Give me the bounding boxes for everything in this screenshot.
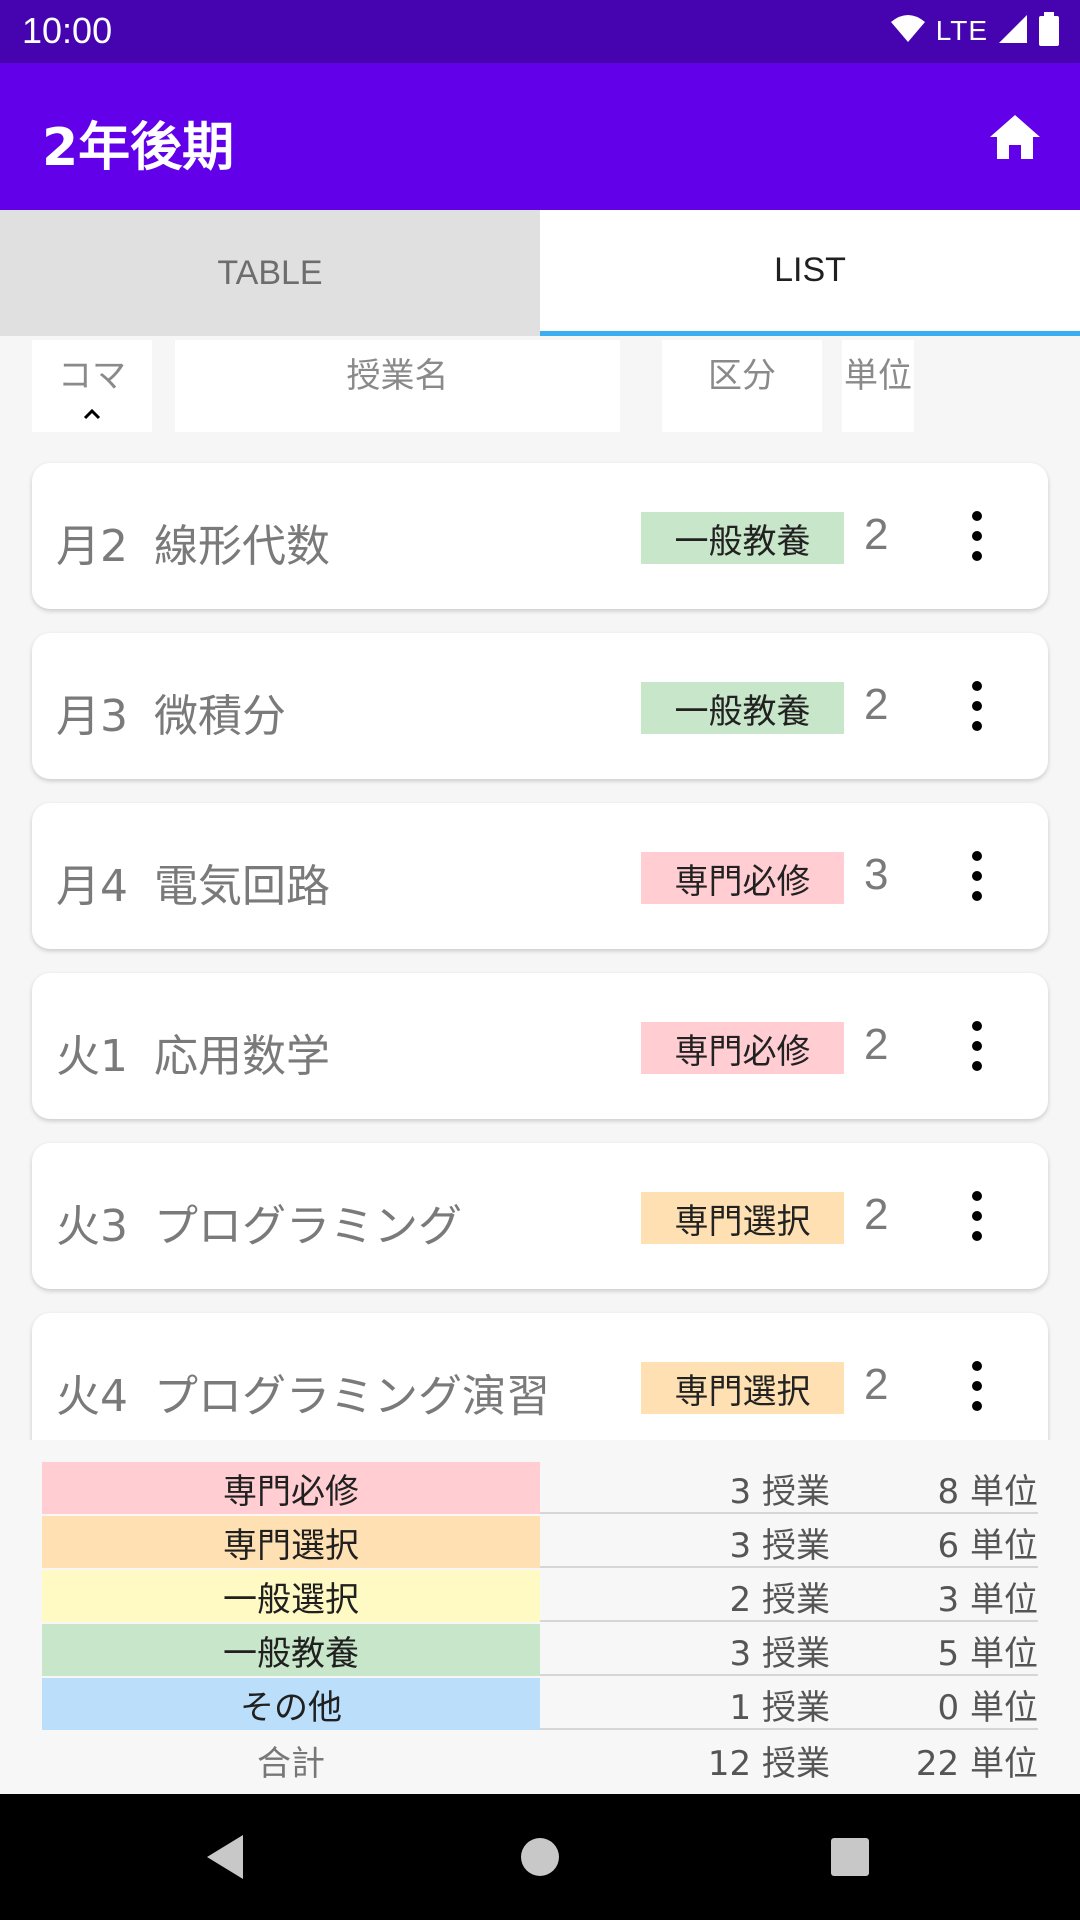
class-card[interactable]: 火1 応用数学 専門必修 2 — [32, 973, 1048, 1119]
signal-icon — [998, 14, 1028, 48]
summary-credits: 0 単位 — [937, 1687, 1038, 1728]
summary-category: 一般選択 — [42, 1570, 540, 1622]
class-card[interactable]: 月4 電気回路 専門必修 3 — [32, 803, 1048, 949]
more-vert-icon[interactable] — [962, 511, 992, 561]
class-name: 微積分 — [154, 691, 286, 742]
class-name: 電気回路 — [154, 861, 330, 912]
class-card[interactable]: 月2 線形代数 一般教養 2 — [32, 463, 1048, 609]
class-koma: 火1 — [56, 1031, 128, 1082]
summary-total-credits: 22 単位 — [915, 1743, 1038, 1784]
class-name: プログラミング — [154, 1201, 462, 1252]
more-vert-icon[interactable] — [962, 681, 992, 731]
tab-bar: TABLE LIST — [0, 210, 1080, 336]
tab-table[interactable]: TABLE — [0, 210, 540, 336]
summary-class-count: 3 授業 — [729, 1471, 830, 1512]
category-badge: 一般教養 — [641, 512, 844, 564]
summary-table: 専門必修 3 授業 8 単位 専門選択 3 授業 6 単位 一般選択 2 授業 … — [0, 1440, 1080, 1794]
class-credits: 2 — [864, 1190, 889, 1239]
summary-credits: 5 単位 — [937, 1633, 1038, 1674]
category-badge: 一般教養 — [641, 682, 844, 734]
summary-category: 専門必修 — [42, 1462, 540, 1514]
page-title: 2年後期 — [42, 118, 235, 178]
summary-total-row: 合計 12 授業 22 単位 — [42, 1734, 1038, 1786]
summary-row: その他 1 授業 0 単位 — [42, 1678, 1038, 1730]
summary-total-class-count: 12 授業 — [707, 1743, 830, 1784]
class-credits: 2 — [864, 1360, 889, 1409]
column-header-koma[interactable]: コマ — [32, 340, 152, 432]
class-card[interactable]: 火3 プログラミング 専門選択 2 — [32, 1143, 1048, 1289]
battery-icon — [1038, 12, 1060, 50]
class-card[interactable]: 月3 微積分 一般教養 2 — [32, 633, 1048, 779]
class-list[interactable]: 月2 線形代数 一般教養 2 月3 微積分 一般教養 2 月4 電気回路 専門必… — [0, 436, 1080, 1440]
wifi-icon — [890, 14, 926, 48]
home-circle-icon[interactable] — [510, 1827, 570, 1887]
more-vert-icon[interactable] — [962, 851, 992, 901]
category-badge: 専門必修 — [641, 1022, 844, 1074]
status-bar: 10:00 LTE — [0, 0, 1080, 63]
class-credits: 2 — [864, 1020, 889, 1069]
more-vert-icon[interactable] — [962, 1191, 992, 1241]
status-icons: LTE — [890, 12, 1060, 50]
class-koma: 月3 — [56, 691, 128, 742]
summary-category: 一般教養 — [42, 1624, 540, 1676]
network-type-label: LTE — [935, 15, 988, 46]
summary-row: 専門選択 3 授業 6 単位 — [42, 1516, 1038, 1568]
category-badge: 専門選択 — [641, 1362, 844, 1414]
class-koma: 火3 — [56, 1201, 128, 1252]
column-header-tani[interactable]: 単位 — [842, 340, 914, 432]
back-icon[interactable] — [195, 1827, 255, 1887]
status-time: 10:00 — [22, 10, 113, 51]
recents-icon[interactable] — [820, 1827, 880, 1887]
category-badge: 専門必修 — [641, 852, 844, 904]
column-header-name[interactable]: 授業名 — [175, 340, 620, 432]
summary-row: 一般選択 2 授業 3 単位 — [42, 1570, 1038, 1622]
chevron-up-icon — [83, 401, 101, 426]
summary-credits: 3 単位 — [937, 1579, 1038, 1620]
app-bar: 2年後期 — [0, 63, 1080, 210]
summary-class-count: 1 授業 — [729, 1687, 830, 1728]
class-koma: 火4 — [56, 1371, 128, 1422]
class-card[interactable]: 火4 プログラミング演習 専門選択 2 — [32, 1313, 1048, 1440]
summary-credits: 8 単位 — [937, 1471, 1038, 1512]
class-name: 線形代数 — [154, 521, 330, 572]
class-koma: 月2 — [56, 521, 128, 572]
summary-category: その他 — [42, 1678, 540, 1730]
more-vert-icon[interactable] — [962, 1361, 992, 1411]
summary-row: 一般教養 3 授業 5 単位 — [42, 1624, 1038, 1676]
system-nav-bar — [0, 1794, 1080, 1920]
summary-row: 専門必修 3 授業 8 単位 — [42, 1462, 1038, 1514]
class-credits: 3 — [864, 850, 889, 899]
summary-credits: 6 単位 — [937, 1525, 1038, 1566]
home-button[interactable] — [984, 106, 1046, 168]
summary-class-count: 3 授業 — [729, 1633, 830, 1674]
summary-class-count: 3 授業 — [729, 1525, 830, 1566]
column-header-kubun[interactable]: 区分 — [662, 340, 822, 432]
tab-list[interactable]: LIST — [540, 210, 1080, 336]
summary-class-count: 2 授業 — [729, 1579, 830, 1620]
class-credits: 2 — [864, 680, 889, 729]
column-header-koma-label: コマ — [58, 356, 126, 396]
class-name: プログラミング演習 — [154, 1371, 550, 1422]
summary-total-label: 合計 — [257, 1743, 325, 1784]
summary-category: 専門選択 — [42, 1516, 540, 1568]
class-name: 応用数学 — [154, 1031, 330, 1082]
more-vert-icon[interactable] — [962, 1021, 992, 1071]
class-credits: 2 — [864, 510, 889, 559]
home-icon — [990, 115, 1040, 159]
column-headers: コマ 授業名 区分 単位 — [0, 336, 1080, 436]
category-badge: 専門選択 — [641, 1192, 844, 1244]
class-koma: 月4 — [56, 861, 128, 912]
